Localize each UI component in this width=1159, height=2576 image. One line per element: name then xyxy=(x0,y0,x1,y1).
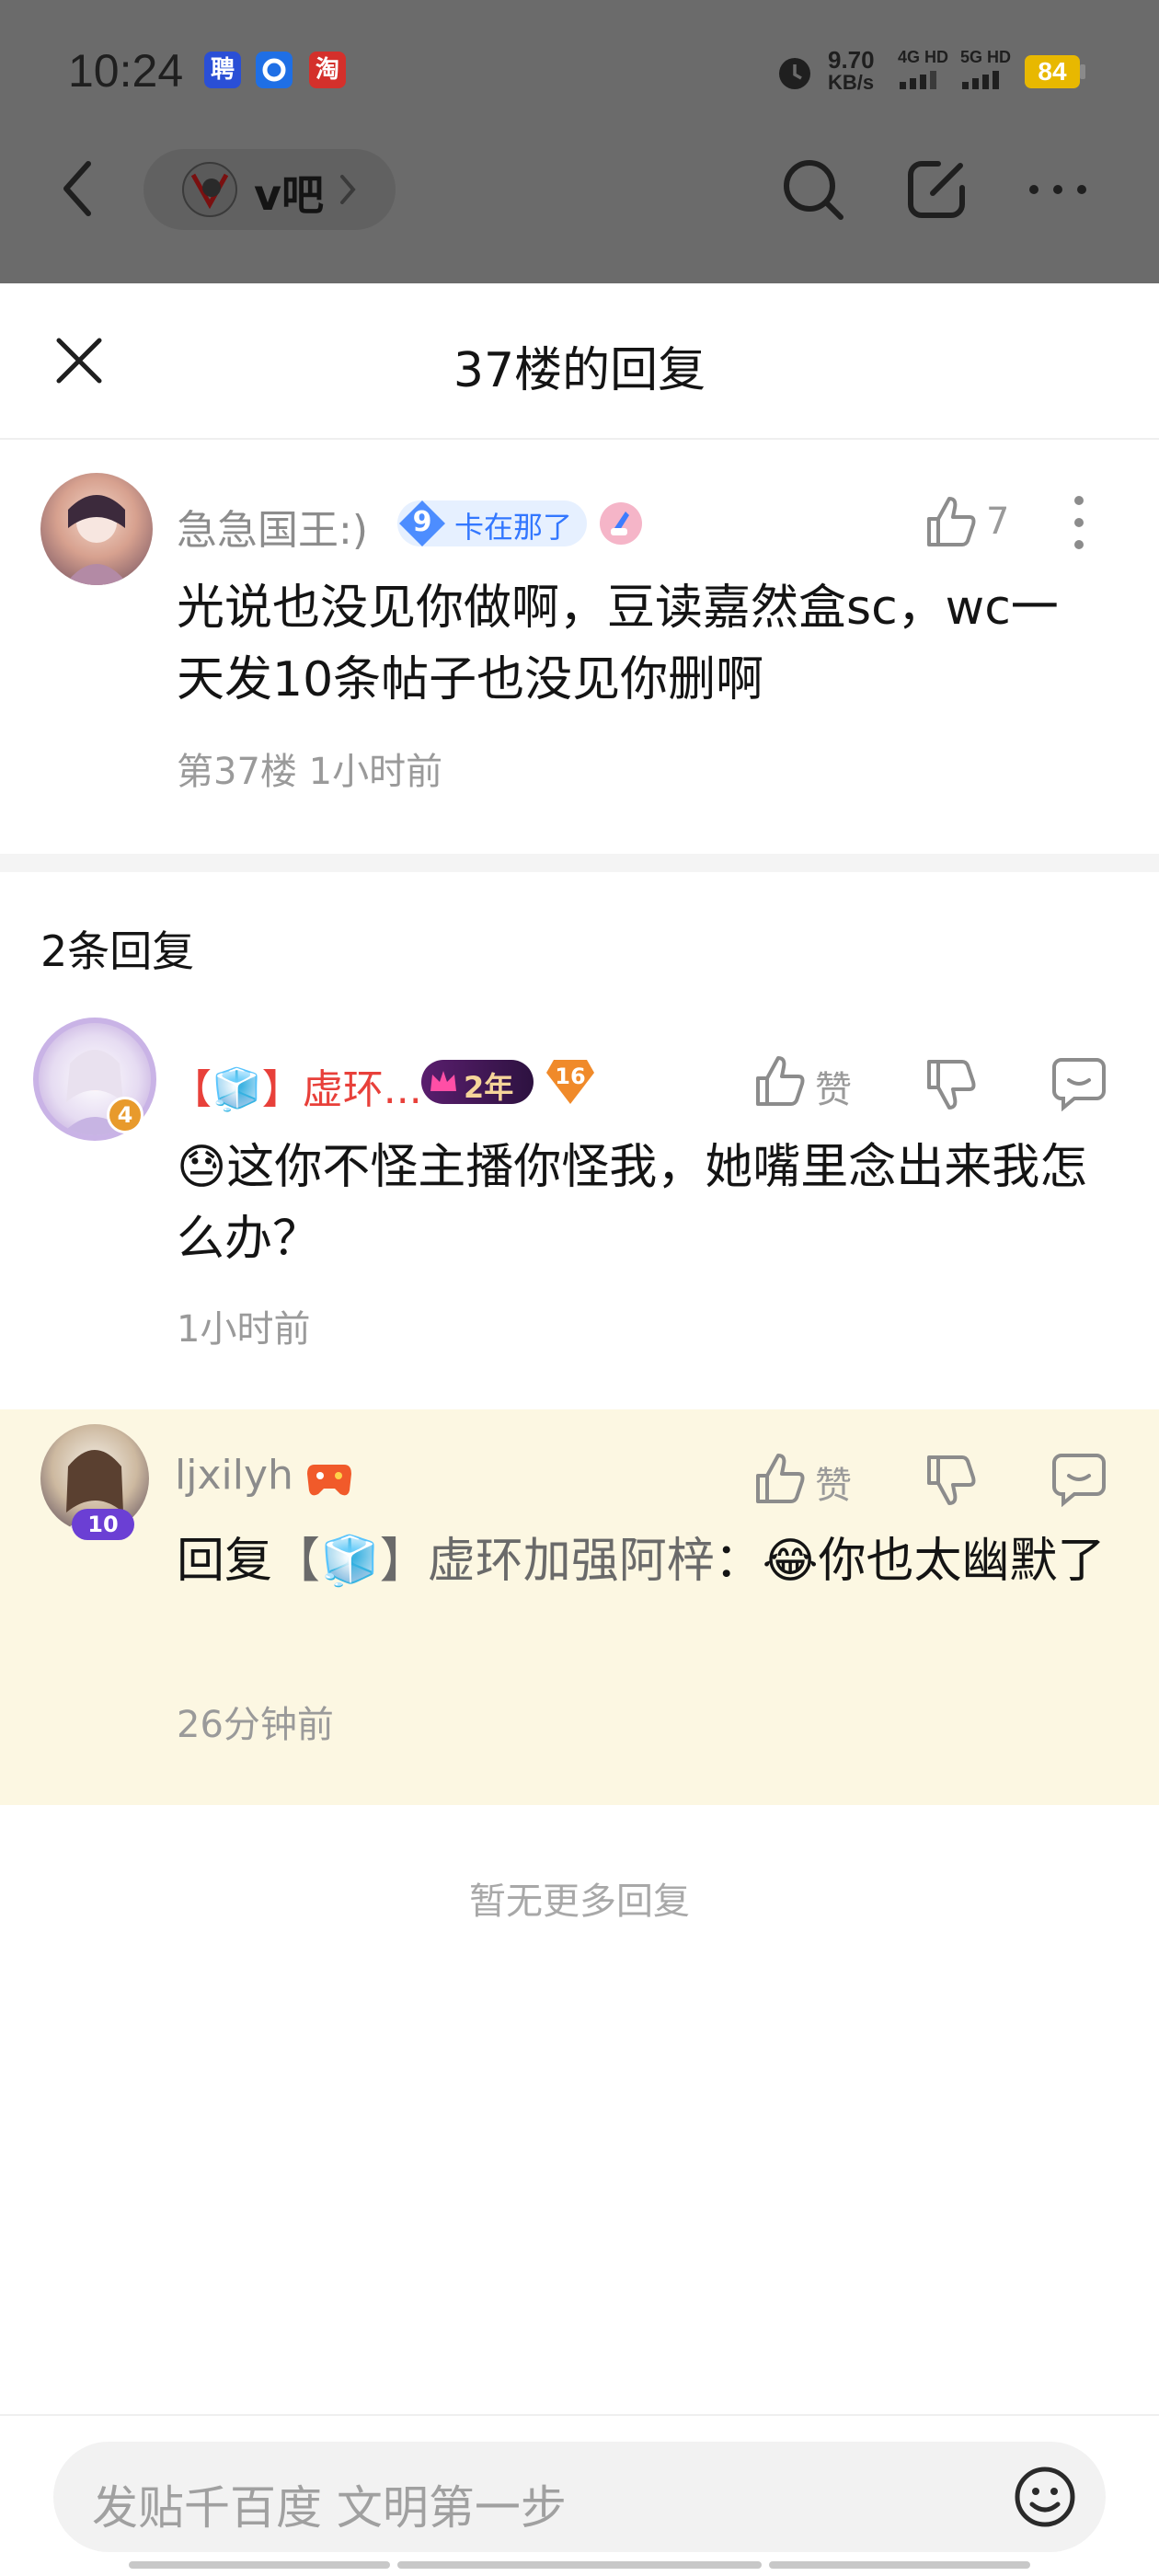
input-divider xyxy=(0,2414,1159,2416)
post-time: 1小时前 xyxy=(308,751,443,793)
like-count: 7 xyxy=(986,500,1010,543)
like-label[interactable]: 赞 xyxy=(815,1455,852,1509)
forum-pill[interactable]: v吧 xyxy=(143,149,396,230)
gesture-bar xyxy=(769,2561,1030,2569)
comment-icon[interactable] xyxy=(1050,1450,1107,1507)
avatar-level-badge: 10 xyxy=(72,1509,134,1540)
game-controller-icon xyxy=(307,1465,351,1496)
avatar-level-badge: 4 xyxy=(107,1097,143,1133)
sweat-emoji: 😓 xyxy=(177,1140,227,1195)
thumbs-up-icon[interactable] xyxy=(751,1052,808,1110)
reply-prefix: 回复 xyxy=(177,1534,273,1589)
thumbs-up-icon[interactable] xyxy=(751,1450,808,1507)
user-level-badge: 16 xyxy=(545,1058,596,1106)
forum-avatar xyxy=(182,162,237,217)
like-label[interactable]: 赞 xyxy=(815,1060,852,1113)
chevron-right-icon xyxy=(340,175,356,204)
crown-icon xyxy=(430,1071,456,1091)
comment-icon[interactable] xyxy=(1050,1054,1107,1111)
gesture-bar xyxy=(397,2561,762,2569)
reply-target-user[interactable]: 【🧊】虚环加强阿梓 xyxy=(272,1534,715,1589)
reply-content: 😓这你不怪主播你怪我，她嘴里念出来我怎么办？ xyxy=(177,1132,1096,1275)
gesture-bar xyxy=(129,2561,390,2569)
compose-icon[interactable] xyxy=(901,155,971,224)
status-bar: 10:24 聘 淘 9.70 KB/s 4G HD 5G HD 84 xyxy=(0,0,1159,138)
sheet-title: 37楼的回复 xyxy=(453,343,706,398)
reply-content: 回复【🧊】虚环加强阿梓：😂你也太幽默了 xyxy=(177,1525,1124,1597)
net-speed: 9.70 KB/s xyxy=(828,46,875,94)
reply-input[interactable]: 发贴千百度 文明第一步 xyxy=(53,2442,1106,2552)
thumbs-up-icon[interactable] xyxy=(922,493,979,550)
input-placeholder: 发贴千百度 文明第一步 xyxy=(92,2481,567,2535)
battery-icon: 84 xyxy=(1025,55,1087,88)
username[interactable]: 急急国王:) xyxy=(177,497,368,556)
thumbs-down-icon[interactable] xyxy=(922,1056,979,1113)
floor-number: 第37楼 xyxy=(177,751,297,793)
more-vertical-icon[interactable] xyxy=(1071,493,1087,552)
highlighted-reply-background xyxy=(0,1409,1159,1805)
browser-app-icon xyxy=(256,52,293,88)
section-divider xyxy=(0,854,1159,872)
username[interactable]: 【🧊】虚环... xyxy=(171,1056,422,1115)
years-badge: 2年 xyxy=(421,1060,534,1105)
thumbs-down-icon[interactable] xyxy=(922,1452,979,1509)
reply-text: 这你不怪主播你怪我，她嘴里念出来我怎么办？ xyxy=(177,1140,1088,1267)
status-time: 10:24 xyxy=(68,45,184,97)
taobao-app-icon: 淘 xyxy=(309,52,346,88)
forum-name: v吧 xyxy=(254,170,324,220)
no-more-replies: 暂无更多回复 xyxy=(469,1880,690,1923)
sheet-header: 37楼的回复 xyxy=(0,283,1159,440)
level-badge: 9 卡在那了 xyxy=(397,500,587,546)
post-meta: 第37楼 1小时前 xyxy=(177,742,442,795)
username[interactable]: ljxilyh xyxy=(175,1452,293,1499)
emoji-icon[interactable] xyxy=(1012,2464,1078,2530)
signal-sim2: 5G HD xyxy=(960,48,1016,96)
reply-separator: ： xyxy=(714,1534,763,1589)
reply-text: 你也太幽默了 xyxy=(818,1534,1106,1589)
top-overlay: 10:24 聘 淘 9.70 KB/s 4G HD 5G HD 84 v吧 xyxy=(0,0,1159,283)
back-arrow-icon[interactable] xyxy=(55,156,101,221)
recruit-app-icon: 聘 xyxy=(204,52,241,88)
more-icon[interactable] xyxy=(1023,155,1093,224)
signal-sim1: 4G HD xyxy=(898,48,953,96)
avatar[interactable] xyxy=(40,473,153,585)
reply-time: 26分钟前 xyxy=(177,1704,334,1746)
laughing-emoji: 😂 xyxy=(762,1534,819,1589)
reply-time: 1小时前 xyxy=(177,1308,311,1351)
reply-count: 2条回复 xyxy=(40,926,195,976)
search-icon[interactable] xyxy=(778,155,848,224)
alarm-icon xyxy=(779,58,810,89)
paint-brush-icon xyxy=(600,502,642,545)
post-content: 光说也没见你做啊，豆读嘉然盒sc，wc一天发10条帖子也没见你删啊 xyxy=(177,581,1059,707)
